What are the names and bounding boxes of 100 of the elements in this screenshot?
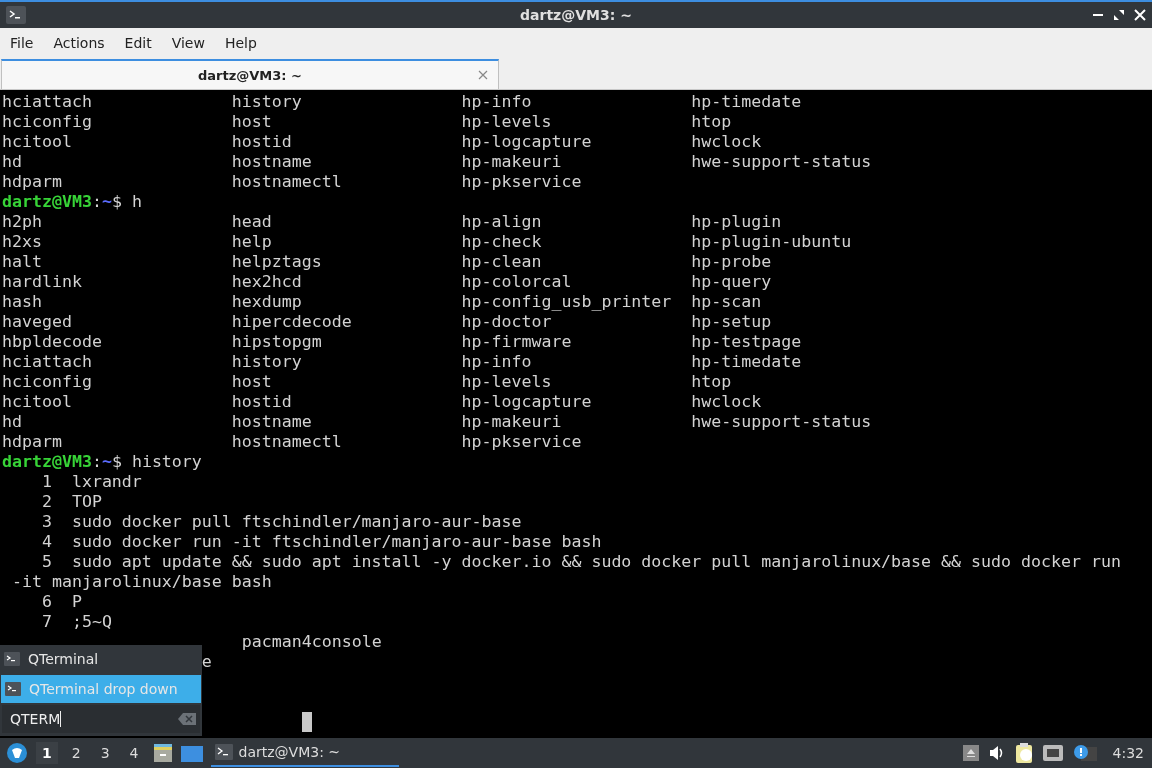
history-command: TOP — [71, 492, 102, 511]
completion-entry: hp-pkservice — [461, 172, 583, 192]
prompt-path: ~ — [101, 192, 112, 211]
desktop-switch[interactable]: 4 — [123, 742, 145, 764]
history-number: 1 — [40, 472, 52, 492]
network-icon[interactable] — [1042, 745, 1063, 761]
menu-item[interactable]: Edit — [124, 35, 152, 51]
text-cursor — [301, 712, 312, 732]
history-number: 2 — [40, 492, 52, 512]
completion-entry: host — [231, 372, 273, 392]
completion-entry: hp-config_usb_printer — [461, 292, 673, 312]
output-text: e — [201, 652, 212, 672]
completion-entry: hp-testpage — [691, 332, 803, 352]
completion-entry: hostid — [231, 132, 293, 152]
completion-entry: hostname — [231, 152, 313, 172]
completion-entry: hostnamectl — [231, 172, 343, 192]
app-menu-icon[interactable] — [6, 742, 28, 764]
maximize-icon[interactable] — [1113, 9, 1125, 21]
terminal-tab[interactable]: dartz@VM3: ~ — [1, 59, 499, 89]
clear-icon[interactable] — [178, 713, 196, 725]
clock: 4:32 — [1112, 745, 1144, 761]
completion-entry: hp-check — [461, 232, 543, 252]
volume-icon[interactable] — [988, 745, 1005, 761]
taskbar-window-button[interactable]: dartz@VM3: ~ — [210, 739, 399, 767]
completion-entry: hp-setup — [691, 312, 773, 332]
completion-entry: hbpldecode — [2, 332, 103, 352]
history-command: sudo apt update && sudo apt install -y docker.io && sudo docker pull manjarolinux/base && sudo docker run — [71, 552, 1121, 571]
history-number: 4 — [40, 532, 52, 552]
completion-entry: head — [231, 212, 273, 232]
terminal-icon — [5, 682, 21, 696]
prompt-separator: : — [91, 192, 102, 211]
completion-entry: h2ph — [2, 212, 43, 232]
completion-entry: halt — [2, 252, 43, 272]
launcher-item[interactable]: QTerminal — [0, 645, 202, 673]
completion-entry: hp-pkservice — [461, 432, 583, 452]
menu-item[interactable]: File — [10, 35, 34, 51]
completion-entry: hardlink — [2, 272, 83, 292]
history-command: sudo docker run -it ftschindler/manjaro-aur-base bash — [71, 532, 602, 551]
completion-entry: history — [231, 352, 303, 372]
completion-entry: hdparm — [2, 172, 63, 192]
completion-entry: hp-timedate — [691, 352, 803, 372]
prompt-separator: : — [91, 452, 102, 471]
terminal-icon — [6, 6, 26, 24]
history-command: sudo docker pull ftschindler/manjaro-aur-base — [71, 512, 522, 531]
completion-entry: hciattach — [2, 352, 93, 372]
eject-icon[interactable] — [962, 745, 979, 761]
completion-entry: hwclock — [691, 392, 763, 412]
menu-item[interactable]: View — [171, 35, 205, 51]
completion-entry: hp-firmware — [461, 332, 573, 352]
completion-entry: hp-logcapture — [461, 392, 593, 412]
completion-entry: hexdump — [231, 292, 303, 312]
completion-entry: hdparm — [2, 432, 63, 452]
completion-entry: hp-timedate — [691, 92, 803, 112]
completion-entry: history — [231, 92, 303, 112]
command-text: $ h — [111, 192, 142, 211]
desktop-switch[interactable]: 3 — [94, 742, 116, 764]
completion-entry: haveged — [2, 312, 73, 332]
completion-entry: hd — [2, 152, 23, 172]
completion-entry: hash — [2, 292, 43, 312]
terminal-icon — [214, 744, 233, 760]
completion-entry: hp-levels — [461, 112, 553, 132]
notification-icon[interactable] — [1072, 744, 1097, 762]
history-number: 3 — [40, 512, 52, 532]
menu-item[interactable]: Help — [224, 35, 257, 51]
completion-entry: hd — [2, 412, 23, 432]
history-number: 5 — [40, 552, 52, 572]
completion-entry: helpztags — [231, 252, 323, 272]
completion-entry: hp-info — [461, 92, 533, 112]
completion-entry: htop — [691, 372, 733, 392]
desktop-switch[interactable]: 1 — [36, 742, 58, 764]
clipboard-icon[interactable] — [1014, 743, 1033, 763]
file-manager-icon[interactable] — [152, 743, 173, 763]
history-number: 6 — [40, 592, 52, 612]
completion-entry: hostname — [231, 412, 313, 432]
completion-entry: hciconfig — [2, 112, 93, 132]
prompt-user: dartz@VM3 — [2, 452, 92, 471]
completion-entry: hwclock — [691, 132, 763, 152]
completion-entry: hwe-support-status — [691, 152, 873, 172]
search-field[interactable]: QTERM — [2, 705, 200, 733]
completion-entry: hp-logcapture — [461, 132, 593, 152]
completion-entry: hp-plugin-ubuntu — [691, 232, 853, 252]
completion-entry: hp-colorcal — [461, 272, 573, 292]
desktop-icon[interactable] — [180, 744, 203, 762]
window-title: dartz@VM3: ~ — [520, 7, 632, 23]
completion-entry: hp-makeuri — [461, 412, 563, 432]
completion-entry: hp-probe — [691, 252, 773, 272]
completion-entry: hp-makeuri — [461, 152, 563, 172]
history-command: pacman4console — [241, 632, 382, 652]
completion-entry: htop — [691, 112, 733, 132]
desktop-switch[interactable]: 2 — [65, 742, 87, 764]
command-text: $ history — [111, 452, 202, 471]
completion-entry: h2xs — [2, 232, 43, 252]
menu-item[interactable]: Actions — [53, 35, 105, 51]
completion-entry: hciconfig — [2, 372, 93, 392]
completion-entry: hostnamectl — [231, 432, 343, 452]
completion-entry: hwe-support-status — [691, 412, 873, 432]
completion-entry: hp-query — [691, 272, 773, 292]
history-command: lxrandr — [71, 472, 142, 491]
history-number: 7 — [40, 612, 52, 632]
history-command: P — [71, 592, 82, 611]
